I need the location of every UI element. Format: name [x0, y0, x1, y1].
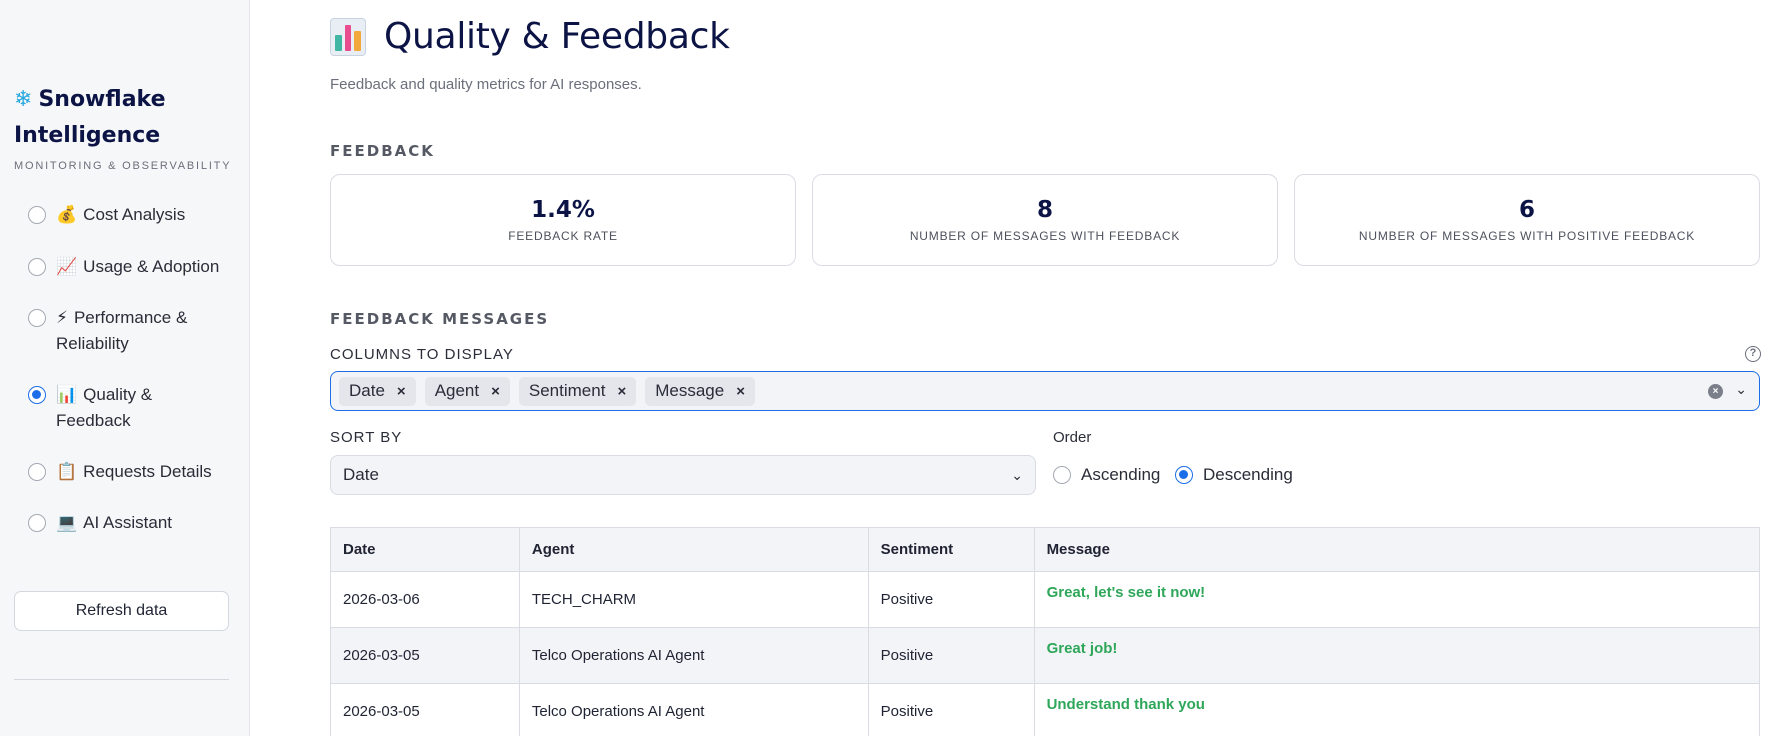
remove-chip-icon[interactable]: ×: [617, 383, 626, 400]
help-icon[interactable]: ?: [1745, 346, 1761, 362]
sidebar-divider: [14, 679, 229, 680]
cell-agent: Telco Operations AI Agent: [518, 683, 869, 736]
radio-usage-adoption[interactable]: [28, 258, 46, 276]
metric-value: 1.4%: [531, 197, 595, 223]
brand: ❄ Snowflake Intelligence MONITORING & OBS…: [14, 82, 234, 172]
column-header-message[interactable]: Message: [1033, 527, 1761, 572]
table-row: 2026-03-05 Telco Operations AI Agent Pos…: [330, 627, 1761, 684]
chip-label: Message: [655, 381, 725, 400]
cell-agent: TECH_CHARM: [518, 571, 869, 628]
radio-descending[interactable]: [1175, 466, 1193, 484]
brand-title-line1: Snowflake: [38, 87, 166, 112]
sidebar: ❄ Snowflake Intelligence MONITORING & OBS…: [0, 0, 250, 736]
snowflake-icon: ❄: [14, 87, 33, 112]
brand-title-line2: Intelligence: [14, 123, 161, 148]
chip-label: Sentiment: [528, 381, 606, 400]
radio-quality-feedback[interactable]: [28, 386, 46, 404]
sidebar-item-label: AI Assistant: [83, 513, 172, 532]
brand-title: ❄ Snowflake Intelligence: [14, 82, 234, 154]
laptop-icon: 💻: [56, 513, 78, 532]
remove-chip-icon[interactable]: ×: [736, 383, 745, 400]
sidebar-item-quality-feedback[interactable]: 📊 Quality & Feedback: [28, 382, 238, 434]
metric-value: 6: [1518, 197, 1535, 223]
sidebar-item-label: Performance & Reliability: [56, 308, 188, 353]
sort-by-select[interactable]: Date ⌄: [330, 455, 1036, 495]
column-header-agent[interactable]: Agent: [518, 527, 869, 572]
clipboard-icon: 📋: [56, 462, 78, 481]
cell-message: Understand thank you: [1033, 683, 1761, 736]
order-option-label: Descending: [1203, 465, 1293, 484]
metric-card-messages-with-feedback: 8 NUMBER OF MESSAGES WITH FEEDBACK: [812, 174, 1278, 266]
radio-ascending[interactable]: [1053, 466, 1071, 484]
radio-performance-reliability[interactable]: [28, 309, 46, 327]
cell-sentiment: Positive: [867, 571, 1035, 628]
sort-by-value: Date: [343, 465, 379, 484]
metric-card-positive-feedback: 6 NUMBER OF MESSAGES WITH POSITIVE FEEDB…: [1294, 174, 1760, 266]
cell-sentiment: Positive: [867, 683, 1035, 736]
metric-label: NUMBER OF MESSAGES WITH POSITIVE FEEDBAC…: [1358, 229, 1696, 243]
column-chip-agent: Agent ×: [424, 376, 510, 406]
feedback-heading: FEEDBACK: [330, 142, 435, 160]
cell-message: Great, let's see it now!: [1033, 571, 1761, 628]
page-description: Feedback and quality metrics for AI resp…: [330, 76, 642, 93]
order-descending-option[interactable]: Descending: [1175, 465, 1293, 485]
columns-multiselect[interactable]: Date × Agent × Sentiment × Message × × ⌄: [330, 371, 1760, 411]
order-ascending-option[interactable]: Ascending: [1053, 465, 1160, 485]
money-bag-icon: 💰: [56, 205, 78, 224]
cell-sentiment: Positive: [867, 627, 1035, 684]
bar-chart-icon: 📊: [56, 385, 78, 404]
metric-label: FEEDBACK RATE: [508, 229, 618, 243]
remove-chip-icon[interactable]: ×: [397, 383, 406, 400]
radio-requests-details[interactable]: [28, 463, 46, 481]
clear-all-icon[interactable]: ×: [1708, 384, 1723, 399]
cell-date: 2026-03-06: [330, 571, 520, 628]
table-header-row: Date Agent Sentiment Message: [330, 527, 1761, 572]
columns-to-display-label: COLUMNS TO DISPLAY: [330, 346, 514, 363]
refresh-data-button[interactable]: Refresh data: [14, 591, 229, 631]
feedback-messages-heading: FEEDBACK MESSAGES: [330, 310, 550, 328]
page-title: Quality & Feedback: [384, 16, 730, 57]
cell-date: 2026-03-05: [330, 683, 520, 736]
table-row: 2026-03-06 TECH_CHARM Positive Great, le…: [330, 571, 1761, 628]
metric-label: NUMBER OF MESSAGES WITH FEEDBACK: [909, 229, 1181, 243]
cell-agent: Telco Operations AI Agent: [518, 627, 869, 684]
chevron-down-icon: ⌄: [1011, 467, 1023, 483]
remove-chip-icon[interactable]: ×: [491, 383, 500, 400]
column-chip-sentiment: Sentiment ×: [518, 376, 637, 406]
radio-cost-analysis[interactable]: [28, 206, 46, 224]
chip-label: Date: [349, 381, 385, 400]
column-chip-date: Date ×: [339, 376, 416, 406]
chevron-down-icon[interactable]: ⌄: [1735, 381, 1747, 398]
sidebar-item-performance-reliability[interactable]: ⚡ Performance & Reliability: [28, 305, 238, 357]
sidebar-item-usage-adoption[interactable]: 📈 Usage & Adoption: [28, 254, 238, 280]
cell-date: 2026-03-05: [330, 627, 520, 684]
order-option-label: Ascending: [1081, 465, 1161, 484]
table-row: 2026-03-05 Telco Operations AI Agent Pos…: [330, 683, 1761, 736]
sidebar-item-ai-assistant[interactable]: 💻 AI Assistant: [28, 510, 238, 536]
metric-card-feedback-rate: 1.4% FEEDBACK RATE: [330, 174, 796, 266]
brand-subtitle: MONITORING & OBSERVABILITY: [14, 160, 232, 172]
sidebar-item-requests-details[interactable]: 📋 Requests Details: [28, 459, 238, 485]
column-header-sentiment[interactable]: Sentiment: [867, 527, 1035, 572]
bar-chart-icon: [330, 17, 366, 56]
sidebar-item-cost-analysis[interactable]: 💰 Cost Analysis: [28, 202, 238, 228]
chart-increasing-icon: 📈: [56, 257, 78, 276]
sidebar-item-label: Cost Analysis: [83, 205, 186, 224]
column-chip-message: Message ×: [645, 376, 755, 406]
column-header-date[interactable]: Date: [330, 527, 520, 572]
sort-by-label: SORT BY: [330, 429, 403, 446]
sidebar-item-label: Requests Details: [83, 462, 212, 481]
radio-ai-assistant[interactable]: [28, 514, 46, 532]
feedback-messages-table: Date Agent Sentiment Message 2026-03-06 …: [330, 527, 1761, 736]
order-label: Order: [1053, 429, 1092, 446]
sidebar-item-label: Usage & Adoption: [83, 257, 220, 276]
page-header: Quality & Feedback: [330, 16, 730, 57]
metric-value: 8: [1036, 197, 1053, 223]
sidebar-nav: 💰 Cost Analysis 📈 Usage & Adoption ⚡ Perfor…: [28, 202, 238, 536]
chip-label: Agent: [434, 381, 480, 400]
lightning-icon: ⚡: [56, 308, 68, 327]
cell-message: Great job!: [1033, 627, 1761, 684]
